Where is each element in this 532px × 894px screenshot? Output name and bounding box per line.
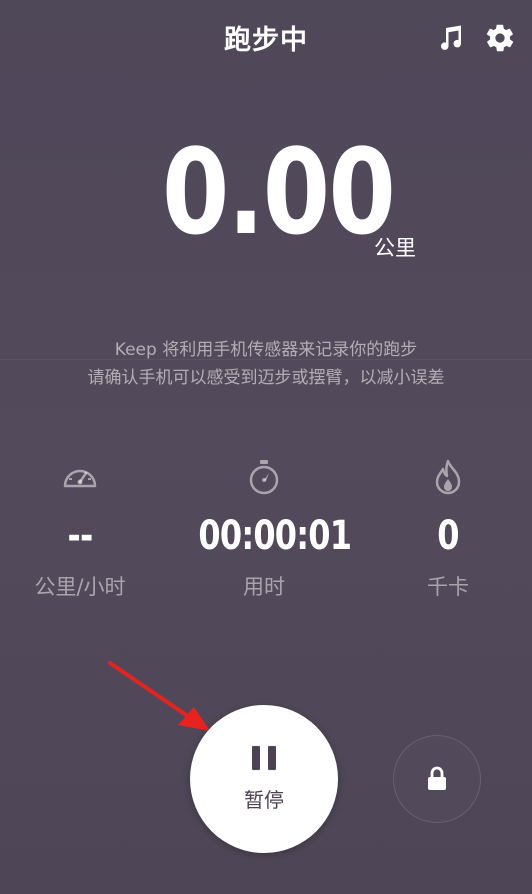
distance-unit: 公里 [374,236,416,260]
header-bar: 跑步中 [0,0,532,72]
lock-button[interactable] [393,735,481,823]
stat-speed: -- 公里/小时 [0,455,160,601]
calories-label: 千卡 [427,575,469,599]
flame-icon [368,455,528,499]
pause-label: 暂停 [244,787,284,812]
speed-value: -- [67,513,94,559]
time-label: 用时 [243,575,285,599]
pause-icon [252,745,276,770]
stat-time: 00:00:01 用时 [182,455,352,601]
pause-button[interactable]: 暂停 [190,705,338,853]
calories-value: 0 [437,513,459,559]
sensor-notice: Keep 将利用手机传感器来记录你的跑步 请确认手机可以感受到迈步或摆臂，以减小… [0,336,532,392]
stopwatch-icon [182,455,346,499]
stat-calories: 0 千卡 [368,455,528,601]
music-button[interactable] [433,20,469,56]
stats-row: -- 公里/小时 00:00:01 用时 0 千卡 [0,455,532,625]
notice-line-2: 请确认手机可以感受到迈步或摆臂，以减小误差 [87,368,445,388]
music-note-icon [441,25,462,50]
settings-button[interactable] [482,20,518,56]
distance-value: 0.00 [162,123,396,261]
time-value: 00:00:01 [198,513,352,559]
gear-icon [486,24,514,52]
speed-label: 公里/小时 [34,575,126,599]
notice-line-1: Keep 将利用手机传感器来记录你的跑步 [114,340,418,360]
annotation-arrow-icon [108,661,210,731]
lock-icon [428,766,446,790]
distance-display: 0.00 公里 [0,118,532,278]
speedometer-icon [0,455,160,499]
